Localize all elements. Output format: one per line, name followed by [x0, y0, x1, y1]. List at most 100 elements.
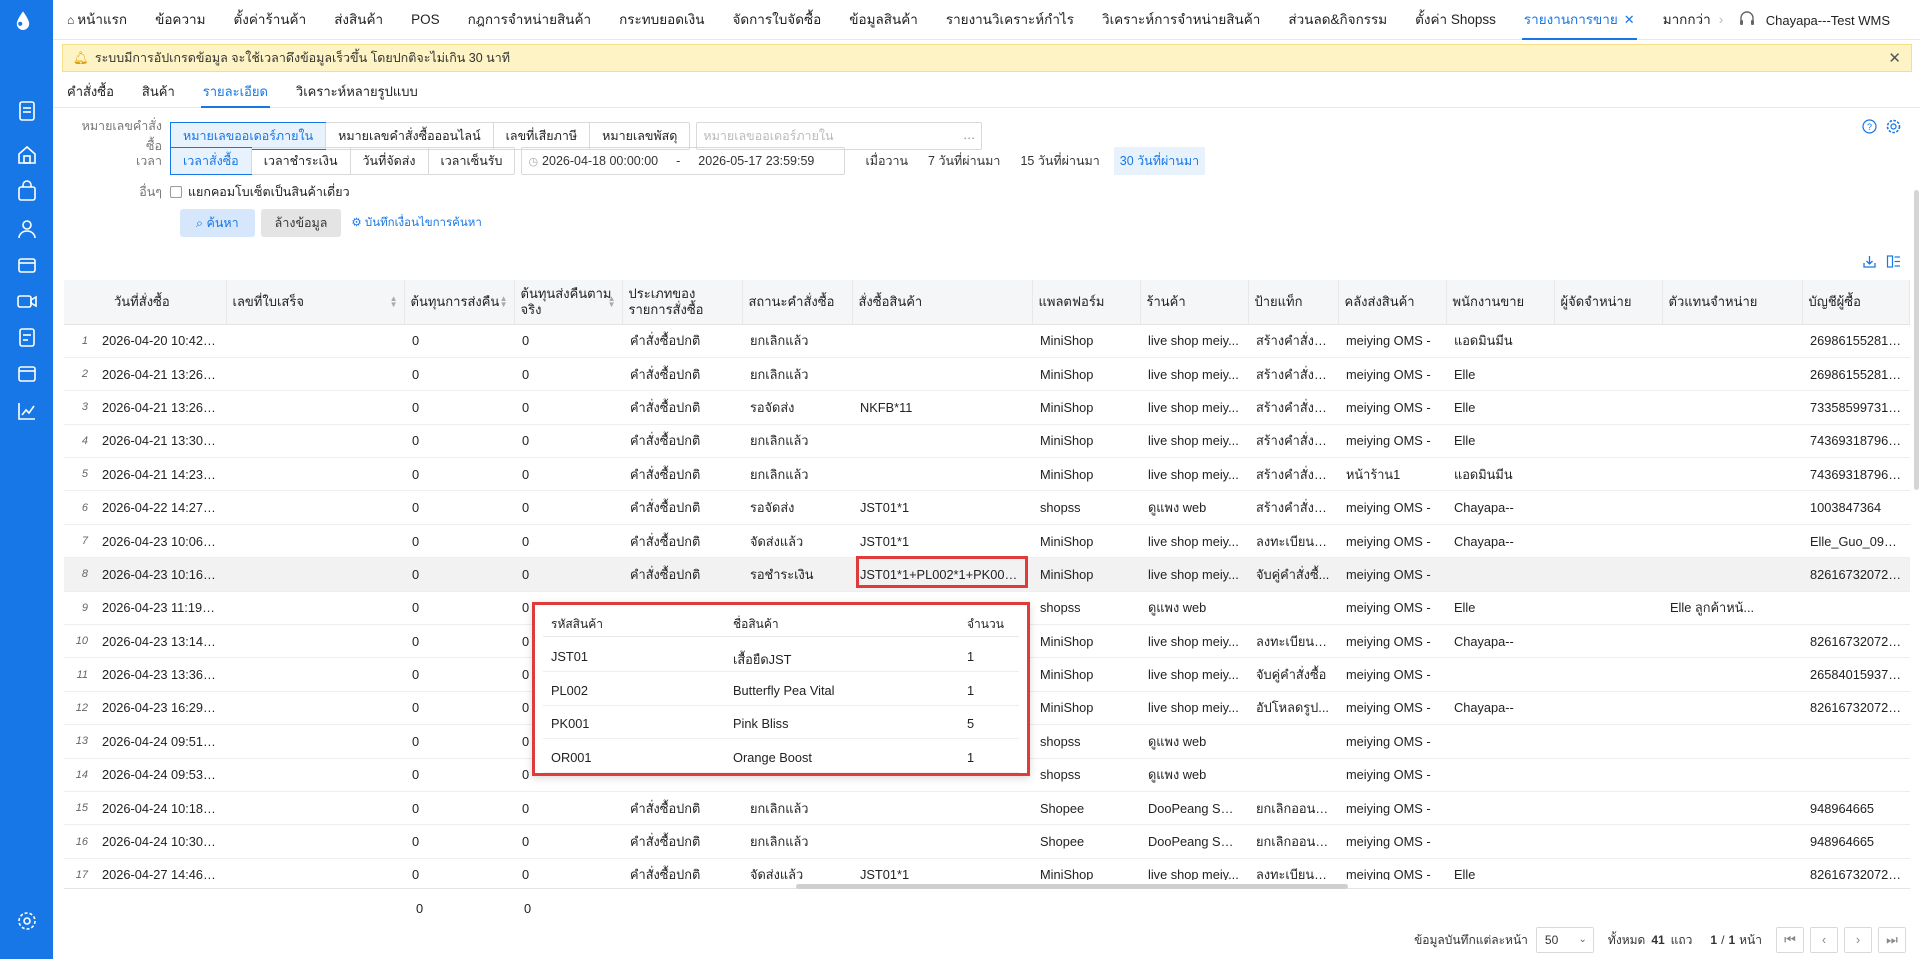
- tab-details[interactable]: รายละเอียด: [189, 78, 282, 108]
- cell-order-items[interactable]: [852, 457, 1032, 492]
- quick-30-days[interactable]: 30 วันที่ผ่านมา: [1113, 147, 1206, 175]
- col-order-date[interactable]: วันที่สั่งซื้อ: [94, 280, 227, 325]
- nav-home[interactable]: ⌂ หน้าแรก: [53, 0, 141, 40]
- tab-orders[interactable]: คำสั่งซื้อ: [53, 78, 128, 107]
- col-salesperson[interactable]: พนักงานขาย: [1446, 280, 1555, 325]
- reset-button[interactable]: ล้างข้อมูล: [260, 209, 342, 237]
- per-page-select[interactable]: 50 ⌄: [1535, 927, 1594, 953]
- nav-purchase-orders[interactable]: จัดการใบจัดซื้อ: [718, 0, 835, 40]
- nav-sales-analysis[interactable]: วิเคราะห์การจำหน่ายสินค้า: [1088, 0, 1274, 40]
- nav-pos[interactable]: POS: [397, 0, 454, 40]
- quick-yesterday[interactable]: เมื่อวาน: [865, 151, 908, 171]
- option-sign-time[interactable]: เวลาเซ็นรับ: [427, 148, 515, 174]
- col-order-items[interactable]: สั่งซื้อสินค้า: [852, 280, 1033, 325]
- search-button[interactable]: ⌕ ค้นหา: [180, 209, 255, 237]
- table-row[interactable]: 2 2026-04-21 13:26:04 0 0 คำสั่งซื้อปกติ ยกเล…: [64, 357, 1910, 392]
- sort-icon[interactable]: ▲ ▼: [500, 295, 508, 309]
- vertical-scrollbar[interactable]: [1914, 190, 1919, 490]
- nav-profit-report[interactable]: รายงานวิเคราะห์กำไร: [932, 0, 1088, 40]
- headset-icon[interactable]: [1738, 10, 1756, 31]
- col-agent[interactable]: ตัวแทนจำหน่าย: [1662, 280, 1803, 325]
- home-icon[interactable]: [16, 144, 38, 166]
- cell-order-items[interactable]: [852, 424, 1032, 459]
- column-settings-icon[interactable]: [1886, 254, 1901, 272]
- table-row[interactable]: 5 2026-04-21 14:23:43 0 0 คำสั่งซื้อปกติ ยกเล…: [64, 457, 1910, 492]
- help-icon[interactable]: ?: [1862, 119, 1877, 137]
- cell-order-items[interactable]: [852, 791, 1032, 826]
- col-order-status[interactable]: สถานะคำสั่งซื้อ: [742, 280, 853, 325]
- nav-messages[interactable]: ข้อความ: [141, 0, 219, 40]
- quick-15-days[interactable]: 15 วันที่ผ่านมา: [1020, 151, 1099, 171]
- table-row[interactable]: 16 2026-04-24 10:30:51 0 0 คำสั่งซื้อปกติ ยกเ…: [64, 824, 1910, 859]
- user-name[interactable]: Chayapa---Test WMS: [1766, 13, 1890, 28]
- nav-promotions[interactable]: ส่วนลด&กิจกรรม: [1274, 0, 1401, 40]
- col-actual-return-cost[interactable]: ต้นทุนส่งคืนตามจริง ▲ ▼: [514, 280, 623, 325]
- save-search-link[interactable]: ⚙ บันทึกเงื่อนไขการค้นหา: [351, 214, 481, 232]
- cell-order-items[interactable]: [852, 824, 1032, 859]
- col-receipt-no[interactable]: เลขที่ใบเสร็จ ▲ ▼: [226, 280, 405, 325]
- bag-icon[interactable]: [16, 180, 38, 202]
- cell-order-items[interactable]: JST01*1: [852, 858, 1032, 880]
- option-tracking-no[interactable]: หมายเลขพัสดุ: [589, 123, 689, 149]
- next-page-button[interactable]: ›: [1844, 927, 1872, 953]
- nav-shipping[interactable]: ส่งสินค้า: [320, 0, 397, 40]
- nav-reconciliation[interactable]: กระทบยอดเงิน: [605, 0, 718, 40]
- col-warehouse[interactable]: คลังส่งสินค้า: [1338, 280, 1447, 325]
- close-notice-icon[interactable]: ✕: [1888, 49, 1901, 67]
- cell-order-items[interactable]: NKFB*11: [852, 390, 1032, 425]
- option-order-time[interactable]: เวลาสั่งซื้อ: [170, 147, 252, 175]
- document-icon[interactable]: [16, 100, 38, 122]
- nav-product-data[interactable]: ข้อมูลสินค้า: [835, 0, 932, 40]
- date-range-input[interactable]: ◷ 2026-04-18 00:00:00 - 2026-05-17 23:59…: [521, 147, 846, 175]
- nav-sales-report[interactable]: รายงานการขาย ✕: [1510, 0, 1649, 40]
- cell-order-items[interactable]: JST01*1: [852, 524, 1032, 559]
- cell-order-items[interactable]: [852, 357, 1032, 392]
- table-row[interactable]: 3 2026-04-21 13:26:25 0 0 คำสั่งซื้อปกติ รอจั…: [64, 390, 1910, 425]
- user-icon[interactable]: [16, 218, 38, 240]
- option-payment-time[interactable]: เวลาชำระเงิน: [250, 148, 350, 174]
- option-ship-date[interactable]: วันที่จัดส่ง: [349, 148, 428, 174]
- nav-shop-settings[interactable]: ตั้งค่าร้านค้า: [220, 0, 321, 40]
- option-internal-order-no[interactable]: หมายเลขออเดอร์ภายใน: [170, 122, 327, 150]
- cell-order-items[interactable]: JST01*1: [852, 490, 1032, 525]
- app-logo-icon[interactable]: [12, 10, 42, 42]
- combo-split-checkbox[interactable]: [170, 186, 182, 198]
- quick-7-days[interactable]: 7 วันที่ผ่านมา: [928, 151, 1000, 171]
- order-number-input[interactable]: หมายเลขออเดอร์ภายใน …: [696, 122, 983, 150]
- store-icon[interactable]: [16, 362, 38, 384]
- more-dots-icon[interactable]: …: [963, 128, 976, 142]
- nav-more[interactable]: มากกว่า ›: [1649, 0, 1738, 40]
- video-icon[interactable]: [16, 290, 38, 312]
- sort-icon[interactable]: ▲ ▼: [608, 295, 616, 309]
- trend-chart-icon[interactable]: [16, 400, 38, 422]
- nav-sales-rules[interactable]: กฎการจำหน่ายสินค้า: [454, 0, 605, 40]
- col-order-type[interactable]: ประเภทของรายการสั่งซื้อ: [622, 280, 743, 325]
- col-supplier[interactable]: ผู้จัดจำหน่าย: [1554, 280, 1663, 325]
- col-buyer-account[interactable]: บัญชีผู้ซื้อ: [1802, 280, 1910, 325]
- table-row[interactable]: 17 2026-04-27 14:46:59 0 0 คำสั่งซื้อปกติ จัด…: [64, 858, 1910, 880]
- table-row[interactable]: 7 2026-04-23 10:06:06 0 0 คำสั่งซื้อปกติ จัดส…: [64, 524, 1910, 559]
- settings-gear-icon[interactable]: [16, 910, 38, 932]
- last-page-button[interactable]: ⏭︎: [1878, 927, 1906, 953]
- nav-shopss-settings[interactable]: ตั้งค่า Shopss: [1401, 0, 1510, 40]
- prev-page-button[interactable]: ‹: [1810, 927, 1838, 953]
- table-row[interactable]: 4 2026-04-21 13:30:36 0 0 คำสั่งซื้อปกติ ยกเล…: [64, 424, 1910, 459]
- col-return-cost[interactable]: ต้นทุนการส่งคืน ▲ ▼: [404, 280, 515, 325]
- option-tax-no[interactable]: เลขที่เสียภาษี: [492, 123, 589, 149]
- table-row[interactable]: 15 2026-04-24 10:18:31 0 0 คำสั่งซื้อปกติ ยกเ…: [64, 791, 1910, 826]
- col-tag[interactable]: ป้ายแท็ก: [1248, 280, 1339, 325]
- horizontal-scrollbar[interactable]: [796, 884, 1348, 889]
- tab-products[interactable]: สินค้า: [128, 78, 189, 107]
- option-online-order-no[interactable]: หมายเลขคำสั่งซื้อออนไลน์: [325, 123, 492, 149]
- table-row[interactable]: 6 2026-04-22 14:27:16 0 0 คำสั่งซื้อปกติ รอจั…: [64, 490, 1910, 525]
- table-row[interactable]: 1 2026-04-20 10:42:31 0 0 คำสั่งซื้อปกติ ยกเล…: [64, 324, 1910, 358]
- export-icon[interactable]: [1862, 254, 1877, 272]
- col-platform[interactable]: แพลตฟอร์ม: [1032, 280, 1141, 325]
- report-icon[interactable]: [16, 326, 38, 348]
- sort-icon[interactable]: ▲ ▼: [390, 295, 398, 309]
- wallet-icon[interactable]: [16, 254, 38, 276]
- filter-settings-gear-icon[interactable]: [1886, 119, 1901, 137]
- cell-order-items[interactable]: [852, 324, 1032, 358]
- first-page-button[interactable]: ⏮︎: [1776, 927, 1804, 953]
- tab-multi-analysis[interactable]: วิเคราะห์หลายรูปแบบ: [282, 78, 432, 107]
